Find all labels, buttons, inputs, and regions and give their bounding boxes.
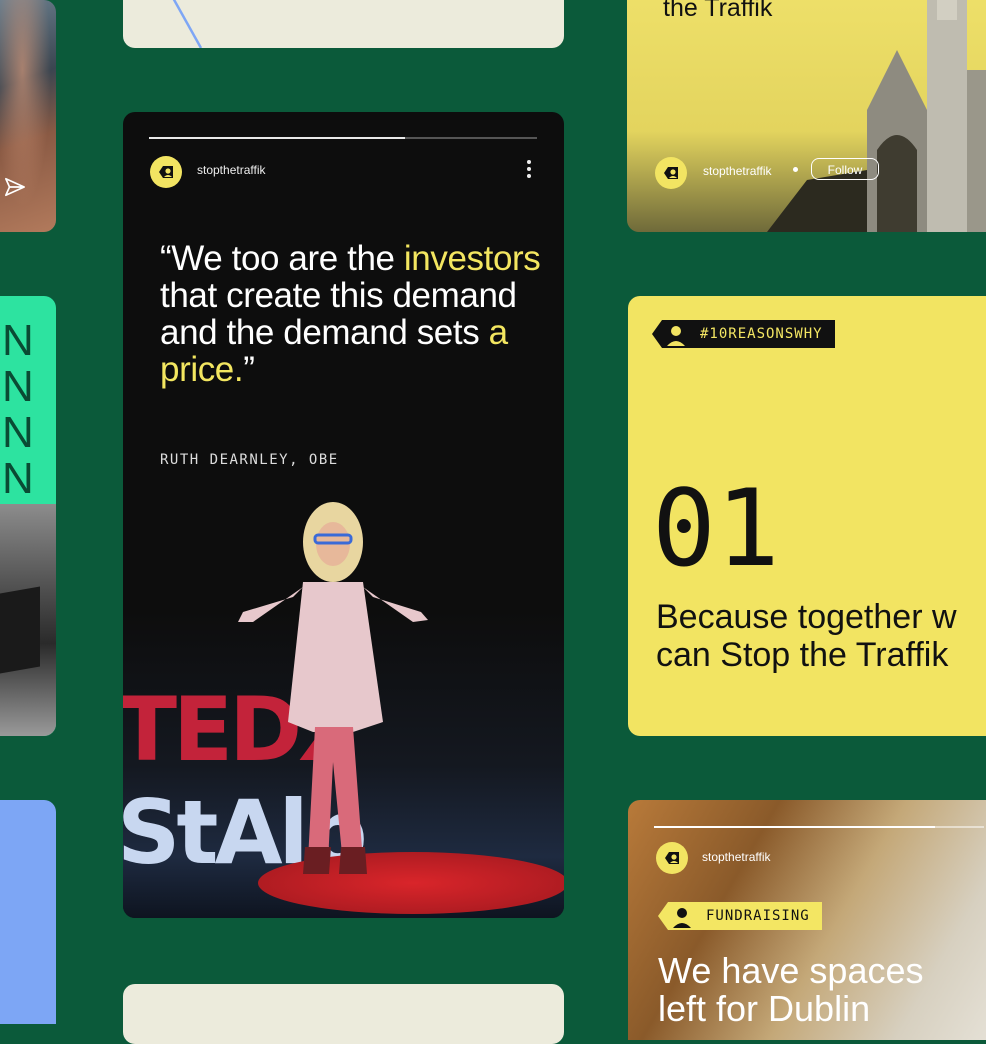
left-blue-card[interactable] (0, 800, 56, 1024)
reason-text: Because together w can Stop the Traffik (656, 598, 986, 674)
account-handle[interactable]: stopthetraffik (703, 164, 771, 178)
reason-number: 01 (652, 467, 780, 590)
fundraising-label: FUNDRAISING (700, 902, 822, 930)
story-progress-bar (149, 137, 537, 139)
headline-line-2: left for Dublin (658, 988, 871, 1029)
hashtag-tag: #10REASONSWHY (652, 320, 835, 348)
bottom-card[interactable] (123, 984, 564, 1044)
headline-line-1: We have spaces (658, 950, 924, 991)
fundraising-story-card[interactable]: stopthetraffik FUNDRAISING We have space… (628, 800, 986, 1040)
reason-line-1: Because together w (656, 598, 957, 636)
mint-card-letters: N N N N (2, 318, 34, 502)
tag-logo-icon (658, 902, 700, 930)
post-title-fragment: the Traffik (663, 0, 773, 22)
left-mint-card[interactable]: N N N N (0, 296, 56, 736)
story-progress-fill (149, 137, 406, 139)
story-progress-fill (654, 826, 935, 828)
reasons-post-card[interactable]: #10REASONSWHY 01 Because together w can … (628, 296, 986, 736)
letter: N (2, 408, 34, 457)
account-handle[interactable]: stopthetraffik (702, 850, 770, 864)
profile-avatar[interactable] (656, 842, 688, 874)
speaker-figure (238, 502, 428, 874)
profile-avatar[interactable] (655, 157, 687, 189)
separator-dot (793, 167, 798, 172)
reason-line-2: can Stop the Traffik (656, 636, 949, 674)
map-route-line (172, 0, 203, 48)
quote-attribution: RUTH DEARNLEY, OBE (160, 452, 339, 468)
cathedral-image (767, 0, 986, 232)
tag-logo-icon (652, 320, 694, 348)
follow-button[interactable]: Follow (811, 158, 879, 180)
stopthetraffik-logo-icon (665, 852, 679, 864)
top-map-card[interactable] (123, 0, 564, 48)
account-handle[interactable]: stopthetraffik (197, 163, 265, 177)
city-photo (0, 504, 56, 736)
letter: N (2, 316, 34, 365)
instagram-story-card[interactable]: stopthetraffik “We too are the investors… (123, 112, 564, 918)
letter: N (2, 362, 34, 411)
send-icon[interactable] (4, 176, 26, 198)
story-quote: “We too are the investors that create th… (160, 239, 541, 389)
fundraising-tag: FUNDRAISING (658, 902, 822, 930)
more-options-icon[interactable] (524, 158, 534, 180)
stopthetraffik-logo-icon (664, 167, 678, 179)
letter: N (2, 454, 34, 503)
stopthetraffik-logo-icon (159, 166, 173, 178)
left-photo-card-top[interactable] (0, 0, 56, 232)
profile-avatar[interactable] (150, 156, 182, 188)
fundraising-headline: We have spaces left for Dublin (658, 952, 923, 1028)
story-progress-bar (654, 826, 984, 828)
top-right-post-card[interactable]: the Traffik stopthetraffik Follow (627, 0, 986, 232)
hashtag-label: #10REASONSWHY (694, 320, 835, 348)
